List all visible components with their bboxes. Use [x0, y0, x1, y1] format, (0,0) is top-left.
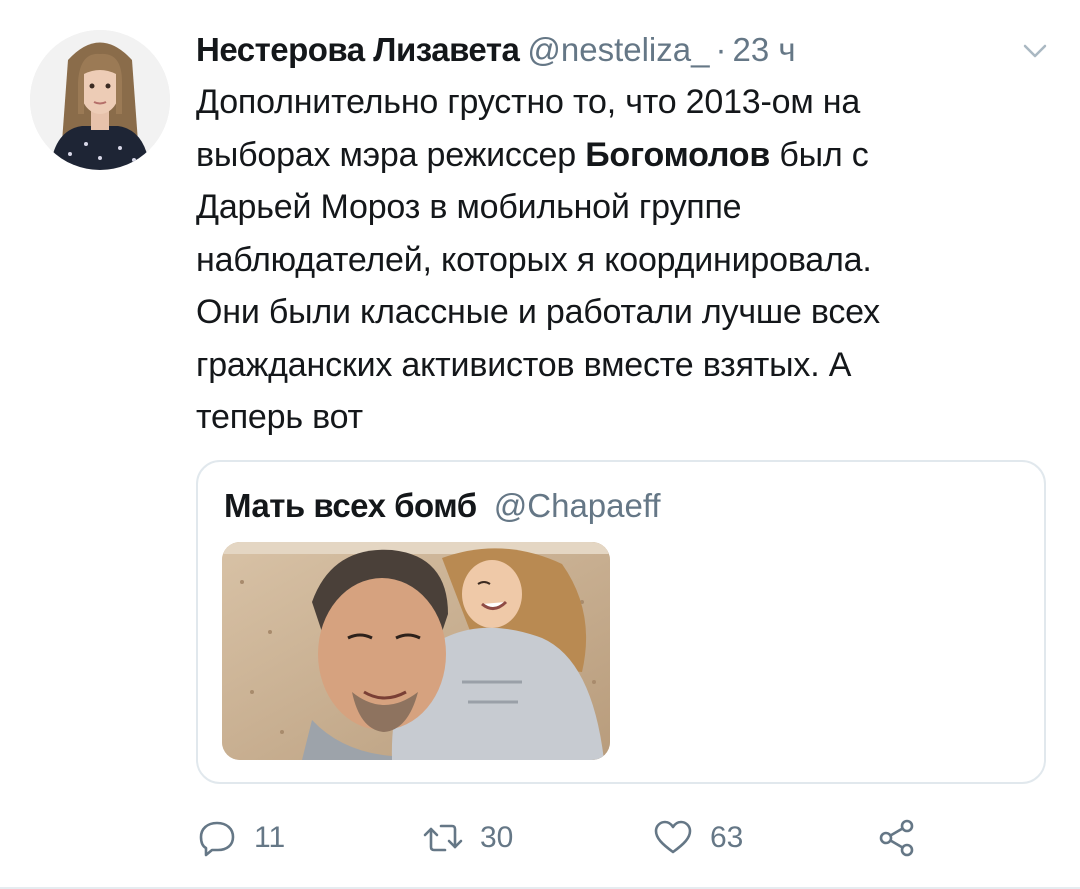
tweet-text-fragment: был с — [770, 135, 869, 174]
tweet-text-line: теперь вот — [196, 398, 363, 436]
tweet-text: Дополнительно грустно то, что 2013-ом на… — [196, 76, 1056, 444]
tweet-text-line: гражданских активистов вместе взятых. А — [196, 345, 852, 384]
tweet-text-line: Дарьей Мороз в мобильной группе — [196, 188, 742, 226]
retweet-button[interactable]: 30 — [422, 810, 513, 866]
tweet-header: Нестерова Лизавета @nesteliza_ · 23 ч — [196, 28, 796, 72]
tweet-text-line: наблюдателей, которых я координировала. — [196, 240, 872, 279]
tweet[interactable]: Нестерова Лизавета @nesteliza_ · 23 ч До… — [0, 0, 1080, 889]
quoted-author-display-name: Мать всех бомб — [224, 487, 477, 524]
quoted-tweet-photo[interactable] — [222, 542, 610, 760]
tweet-timestamp[interactable]: 23 ч — [732, 28, 795, 72]
quoted-tweet-card[interactable]: Мать всех бомб @Chapaeff — [196, 460, 1046, 784]
reply-button[interactable]: 11 — [196, 810, 285, 866]
retweet-icon — [423, 824, 463, 852]
heart-icon — [654, 820, 692, 854]
reply-count: 11 — [254, 821, 286, 854]
quoted-author-handle: @Chapaeff — [493, 487, 661, 524]
like-count: 63 — [710, 821, 744, 854]
share-button[interactable] — [876, 810, 918, 866]
chevron-down-icon[interactable] — [1020, 36, 1050, 66]
quoted-tweet-header: Мать всех бомб @Chapaeff — [224, 484, 661, 528]
tweet-text-line: Дополнительно грустно то, что 2013-ом на — [196, 83, 861, 121]
share-icon — [879, 819, 914, 857]
tweet-actions: 11 30 63 — [196, 810, 956, 866]
separator-dot: · — [715, 31, 727, 68]
reply-icon — [199, 821, 235, 857]
tweet-text-line: Они были классные и работали лучше всех — [196, 293, 880, 331]
tweet-text-bold: Богомолов — [585, 135, 771, 174]
author-avatar[interactable] — [30, 30, 170, 170]
retweet-count: 30 — [480, 821, 514, 854]
tweet-text-line: выборах мэра режиссер Богомолов был с — [196, 129, 1056, 182]
author-handle[interactable]: @nesteliza_ — [527, 28, 709, 72]
author-display-name[interactable]: Нестерова Лизавета — [196, 28, 520, 72]
tweet-text-fragment: выборах мэра режиссер — [196, 135, 586, 174]
like-button[interactable]: 63 — [652, 810, 743, 866]
